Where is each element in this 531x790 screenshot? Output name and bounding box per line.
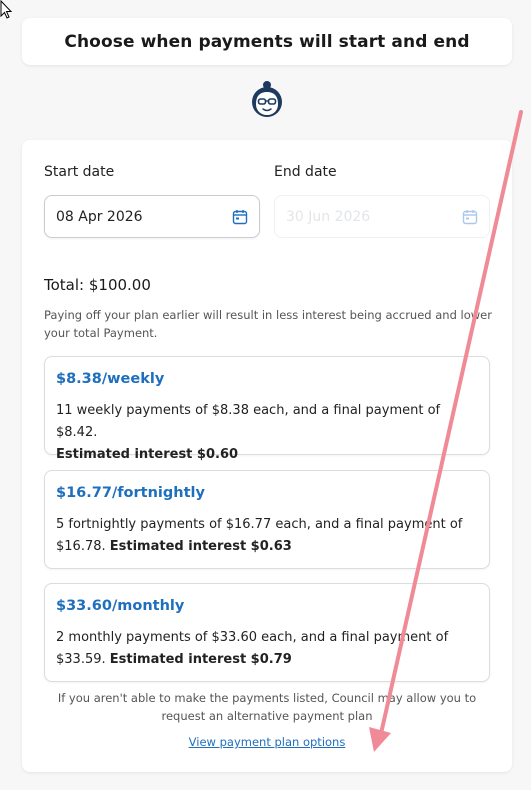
payment-plan-card: Start date End date 08 Apr 2026 30 Jun 2… bbox=[22, 140, 512, 772]
start-date-field[interactable]: 08 Apr 2026 bbox=[44, 195, 260, 238]
option-description: 5 fortnightly payments of $16.77 each, a… bbox=[56, 514, 478, 558]
option-description: 2 monthly payments of $33.60 each, and a… bbox=[56, 627, 478, 671]
option-title: $33.60/monthly bbox=[56, 598, 185, 614]
calendar-icon[interactable] bbox=[232, 209, 248, 225]
option-interest: Estimated interest $0.63 bbox=[109, 539, 292, 554]
option-payments-text: 11 weekly payments of $8.38 each, and a … bbox=[56, 403, 441, 440]
calendar-icon[interactable] bbox=[462, 209, 478, 225]
option-interest: Estimated interest $0.60 bbox=[56, 447, 239, 462]
woman-with-glasses-icon bbox=[252, 81, 282, 117]
payment-option-weekly[interactable]: $8.38/weekly 11 weekly payments of $8.38… bbox=[44, 356, 490, 462]
view-payment-plan-options-link[interactable]: View payment plan options bbox=[22, 735, 512, 749]
end-date-placeholder: 30 Jun 2026 bbox=[286, 208, 371, 225]
start-date-value: 08 Apr 2026 bbox=[56, 208, 143, 225]
end-date-label: End date bbox=[274, 164, 337, 180]
alternative-plan-note: If you aren't able to make the payments … bbox=[57, 691, 477, 723]
option-title: $16.77/fortnightly bbox=[56, 485, 205, 501]
payment-option-monthly[interactable]: $33.60/monthly 2 monthly payments of $33… bbox=[44, 583, 490, 682]
option-description: 11 weekly payments of $8.38 each, and a … bbox=[56, 400, 478, 466]
payment-option-fortnightly[interactable]: $16.77/fortnightly 5 fortnightly payment… bbox=[44, 470, 490, 569]
end-date-field[interactable]: 30 Jun 2026 bbox=[274, 195, 490, 238]
header-card: Choose when payments will start and end bbox=[22, 18, 512, 65]
start-date-label: Start date bbox=[44, 164, 115, 180]
option-interest: Estimated interest $0.79 bbox=[109, 652, 292, 667]
page-title: Choose when payments will start and end bbox=[64, 31, 470, 52]
page: Choose when payments will start and end … bbox=[0, 0, 531, 790]
mouse-cursor-icon bbox=[0, 0, 13, 19]
interest-note: Paying off your plan earlier will result… bbox=[44, 308, 492, 340]
total-amount: Total: $100.00 bbox=[44, 276, 151, 294]
option-title: $8.38/weekly bbox=[56, 371, 165, 387]
